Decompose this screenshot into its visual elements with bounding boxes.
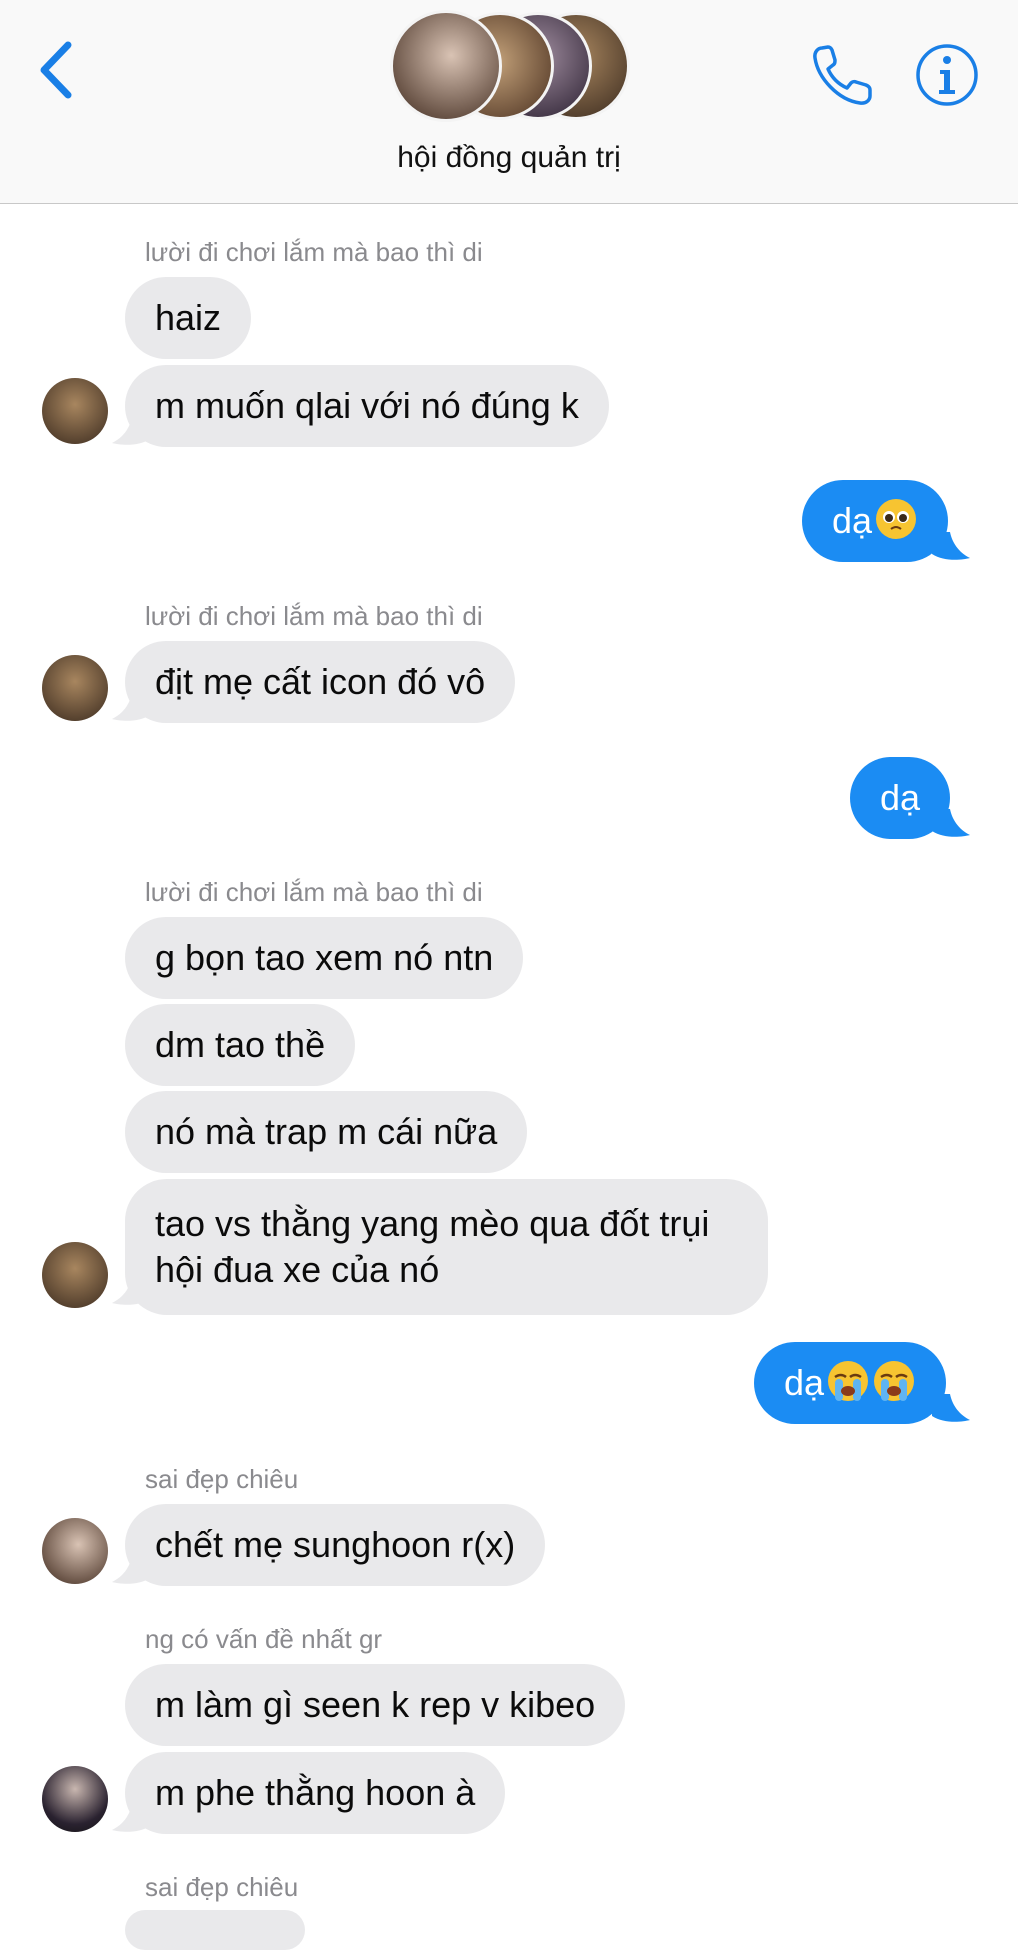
bubble-tail	[112, 1804, 150, 1832]
bubble-tail	[112, 693, 150, 721]
phone-call-icon[interactable]	[808, 40, 878, 110]
outgoing-message-bubble[interactable]: dạ	[754, 1342, 947, 1424]
bubble-tail	[932, 1394, 970, 1422]
pleading-face-emoji-icon	[876, 499, 917, 539]
back-chevron-icon[interactable]	[30, 35, 90, 105]
incoming-message-bubble[interactable]: m muốn qlai với nó đúng k	[125, 365, 609, 447]
sender-avatar[interactable]	[42, 1766, 108, 1832]
info-icon[interactable]	[914, 42, 980, 108]
incoming-message-bubble[interactable]	[125, 1910, 305, 1950]
conversation-header: hội đồng quản trị	[0, 0, 1018, 204]
sender-avatar[interactable]	[42, 655, 108, 721]
incoming-message-bubble[interactable]: g bọn tao xem nó ntn	[125, 917, 524, 999]
sender-name: sai đẹp chiêu	[145, 1872, 299, 1902]
incoming-message-bubble[interactable]: địt mẹ cất icon đó vô	[125, 641, 516, 723]
group-avatar-stack[interactable]	[390, 10, 630, 124]
sender-avatar[interactable]	[42, 378, 108, 444]
sender-name: ng có vấn đề nhất gr	[145, 1624, 383, 1654]
message-text: dạ	[832, 500, 873, 541]
sender-name: lười đi chơi lắm mà bao thì di	[145, 237, 483, 267]
incoming-message-bubble[interactable]: dm tao thề	[125, 1004, 356, 1086]
sender-name: sai đẹp chiêu	[145, 1464, 299, 1494]
bubble-tail	[112, 1556, 150, 1584]
bubble-tail	[112, 1277, 150, 1305]
loudly-crying-face-emoji-icon	[828, 1361, 869, 1401]
sender-avatar[interactable]	[42, 1518, 108, 1584]
bubble-tail	[932, 532, 970, 560]
incoming-message-bubble[interactable]: tao vs thằng yang mèo qua đốt trụi hội đ…	[125, 1179, 768, 1315]
conversation-title[interactable]: hội đồng quản trị	[0, 141, 1018, 175]
sender-name: lười đi chơi lắm mà bao thì di	[145, 877, 483, 907]
incoming-message-bubble[interactable]: m làm gì seen k rep v kibeo	[125, 1664, 626, 1746]
sender-name: lười đi chơi lắm mà bao thì di	[145, 601, 483, 631]
incoming-message-bubble[interactable]: nó mà trap m cái nữa	[125, 1091, 528, 1173]
loudly-crying-face-emoji-icon	[874, 1361, 915, 1401]
incoming-message-bubble[interactable]: chết mẹ sunghoon r(x)	[125, 1504, 546, 1586]
incoming-message-bubble[interactable]: m phe thằng hoon à	[125, 1752, 506, 1834]
bubble-tail	[932, 809, 970, 837]
sender-avatar[interactable]	[42, 1242, 108, 1308]
message-text: dạ	[784, 1362, 825, 1403]
group-avatar	[390, 10, 502, 122]
bubble-tail	[112, 417, 150, 445]
outgoing-message-bubble[interactable]: dạ	[802, 480, 949, 562]
incoming-message-bubble[interactable]: haiz	[125, 277, 252, 359]
